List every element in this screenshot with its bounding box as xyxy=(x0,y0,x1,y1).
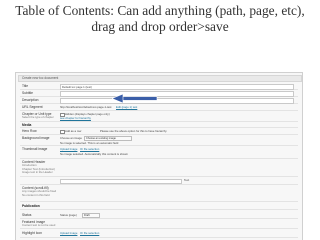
url-segment-edit-link[interactable]: Edit (page 1) test xyxy=(116,105,137,109)
url-segment-label: URL Segment xyxy=(22,105,43,109)
status-row: Status Status (page) Draft xyxy=(20,211,298,219)
thumbnail-image-hint: No image selected. Automatically this co… xyxy=(60,151,128,156)
content-footer-sub-2: No content in this field xyxy=(22,192,50,197)
highlight-icon-row: Highlight Icon Upload Image Or file sele… xyxy=(20,229,298,238)
thumbnail-file-selection-link[interactable]: Or file selection xyxy=(80,147,99,151)
background-image-label: Background image xyxy=(22,136,50,140)
title-row: Title Default toc page 1 (test) xyxy=(20,83,298,90)
subtitle-label: Subtitle xyxy=(22,91,33,95)
media-heading: Media xyxy=(22,122,32,127)
chapter-hidden-checkbox-label: Hidden (displays chapter page only) xyxy=(65,111,110,116)
title-input[interactable]: Default toc page 1 (test) xyxy=(60,84,294,90)
slide-title: Table of Contents: Can add anything (pat… xyxy=(0,3,320,35)
status-select-label: Status (page) xyxy=(60,212,77,217)
description-row: Description xyxy=(20,97,298,104)
background-image-select-label: Choose an image xyxy=(60,135,82,140)
chapter-hierarchy-link[interactable]: see chapter for hierarchy xyxy=(60,116,91,120)
subtitle-row: Subtitle xyxy=(20,90,298,97)
highlight-icon-label: Highlight Icon xyxy=(22,230,42,235)
subtitle-input[interactable] xyxy=(60,91,294,97)
thumbnail-upload-link[interactable]: Upload Image xyxy=(60,147,77,151)
section-header-label: Create new toc document xyxy=(22,76,59,80)
background-image-row: Background image Choose an image Choose … xyxy=(20,135,298,146)
slide-title-line-2: drag and drop order>save xyxy=(91,19,229,34)
section-header: Create new toc document xyxy=(18,75,302,82)
description-label: Description xyxy=(22,98,39,102)
featured-image-row: Featured image Content text is not be us… xyxy=(20,219,298,229)
chapter-type-row: Chapter or Unit type Select the type of … xyxy=(20,111,298,122)
left-arrow-icon xyxy=(112,94,158,103)
highlight-icon-file-selection-link[interactable]: Or file selection xyxy=(80,231,99,235)
thumbnail-image-row: Thumbnail image Upload Image Or file sel… xyxy=(20,146,298,159)
publication-heading-row: Publication xyxy=(20,203,298,210)
featured-image-sub: Content text is not be used xyxy=(22,223,56,227)
url-segment-row: URL Segment http://localhost/toc/default… xyxy=(20,104,298,111)
content-header-textarea[interactable] xyxy=(60,178,182,184)
background-image-hint: No image is selected. This is an automat… xyxy=(60,140,119,145)
content-header-row: Content Header Introduction Chapter Text… xyxy=(20,159,298,177)
content-footer-row: Content (scroll-fill) Any images should … xyxy=(20,185,298,202)
cms-screenshot: Create new toc document Title Default to… xyxy=(15,72,303,240)
textarea-row: Text xyxy=(20,177,298,185)
title-value: Default toc page 1 (test) xyxy=(62,84,92,89)
hero-row-hint: Please use the above option for this to … xyxy=(100,128,167,133)
url-segment-value: http://localhost/toc/default-toc-page-1-… xyxy=(60,105,112,109)
content-header-sub-3: Image text in the Header xyxy=(22,170,53,174)
hero-row-checkbox[interactable] xyxy=(60,129,65,134)
title-label: Title xyxy=(22,84,29,88)
textarea-hint: Text xyxy=(184,177,190,182)
hero-row-checkbox-label: Add as a row xyxy=(65,128,82,133)
chapter-type-sublabel: Select the type of chapter xyxy=(22,115,54,119)
thumbnail-image-label: Thumbnail image xyxy=(22,147,48,151)
hero-row-label: Hero Row xyxy=(22,129,37,133)
description-input[interactable] xyxy=(60,98,294,104)
highlight-icon-upload-link[interactable]: Upload Image xyxy=(60,231,77,235)
status-select[interactable]: Draft xyxy=(82,212,100,218)
slide-title-line-1: Table of Contents: Can add anything (pat… xyxy=(15,3,305,18)
hero-row-row: Hero Row Add as a row Please use the abo… xyxy=(20,128,298,135)
publication-heading: Publication xyxy=(22,204,40,208)
status-label: Status xyxy=(22,212,32,217)
